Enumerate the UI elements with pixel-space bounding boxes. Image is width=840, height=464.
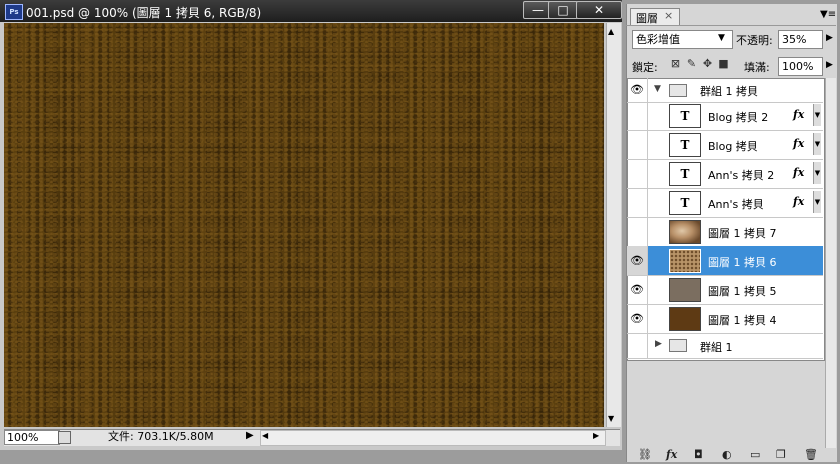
link-icon[interactable]: ⛓ [638, 448, 652, 461]
fx-icon[interactable]: fx [793, 195, 804, 208]
layers-scrollbar[interactable] [825, 78, 836, 448]
zoom-field[interactable]: 100% [4, 430, 60, 445]
fill-input[interactable]: 100% [778, 57, 823, 76]
layer-name: 群組 1 拷貝 [700, 85, 758, 98]
visibility-toggle[interactable] [627, 217, 648, 246]
visibility-toggle[interactable] [627, 130, 648, 159]
visibility-eye-icon[interactable]: 👁 [627, 304, 648, 333]
adjustment-layer-icon[interactable]: ◐ [722, 448, 732, 461]
opacity-input[interactable]: 35% [778, 30, 823, 49]
chevron-down-icon[interactable]: ▼ [718, 33, 725, 43]
layer-name: 群組 1 [700, 341, 733, 354]
layer-row[interactable]: 👁 圖層 1 拷貝 5 [627, 275, 823, 305]
visibility-eye-icon[interactable]: 👁 [627, 78, 648, 102]
fx-expand-icon[interactable]: ▼ [813, 104, 821, 126]
layer-name: Ann's 拷貝 2 [708, 169, 775, 182]
new-layer-icon[interactable]: ❐ [776, 448, 786, 461]
close-button[interactable]: ✕ [576, 1, 622, 19]
scroll-left-arrow-icon[interactable]: ◀ [262, 431, 268, 440]
layer-row[interactable]: T Blog 拷貝 2 fx ▼ [627, 102, 823, 131]
lock-paint-brush-icon[interactable]: ✎ [686, 58, 697, 69]
lock-all-icon[interactable]: ■ [718, 58, 729, 69]
layer-row[interactable]: T Ann's 拷貝 fx ▼ [627, 188, 823, 218]
visibility-eye-icon[interactable]: 👁 [627, 246, 648, 275]
layer-name: 圖層 1 拷貝 7 [708, 227, 777, 240]
expand-triangle-icon[interactable]: ▼ [654, 84, 661, 94]
trash-icon[interactable]: 🗑 [804, 448, 818, 461]
folder-icon [669, 339, 687, 352]
layer-row[interactable]: T Ann's 拷貝 2 fx ▼ [627, 159, 823, 189]
fx-icon[interactable]: fx [793, 137, 804, 150]
panel-menu-icon[interactable]: ▼≡ [820, 9, 836, 20]
lock-label: 鎖定: [632, 61, 658, 74]
visibility-toggle[interactable] [627, 159, 648, 188]
scroll-right-arrow-icon[interactable]: ▶ [593, 431, 599, 440]
vertical-scrollbar[interactable] [606, 23, 621, 427]
opacity-slider-arrow-icon[interactable]: ▶ [826, 33, 833, 43]
add-style-icon[interactable]: fx [666, 448, 677, 461]
document-title: 001.psd @ 100% (圖層 1 拷貝 6, RGB/8) [26, 6, 262, 20]
layer-row[interactable]: 👁 圖層 1 拷貝 4 [627, 304, 823, 334]
fill-slider-arrow-icon[interactable]: ▶ [826, 60, 833, 70]
layer-thumbnail [669, 278, 701, 302]
photoshop-icon: Ps [5, 4, 23, 20]
tab-close-icon[interactable]: × [664, 9, 673, 22]
layer-name: 圖層 1 拷貝 6 [708, 256, 777, 269]
layer-thumbnail [669, 220, 701, 244]
layer-row[interactable]: 👁 ▼ 群組 1 拷貝 [627, 78, 823, 103]
status-arrow-icon[interactable]: ▶ [246, 430, 254, 441]
layer-name: Ann's 拷貝 [708, 198, 764, 211]
document-size-info: 文件: 703.1K/5.80M [108, 430, 214, 443]
fx-icon[interactable]: fx [793, 166, 804, 179]
add-mask-icon[interactable]: ◘ [694, 448, 703, 461]
lock-transparent-icon[interactable]: ⊠ [670, 58, 681, 69]
lock-move-icon[interactable]: ✥ [702, 58, 713, 69]
layer-name: 圖層 1 拷貝 5 [708, 285, 777, 298]
collapse-triangle-icon[interactable]: ▶ [655, 339, 662, 349]
text-layer-thumbnail: T [669, 162, 701, 186]
scroll-down-arrow-icon[interactable]: ▼ [608, 414, 614, 423]
layer-row-selected[interactable]: 👁 圖層 1 拷貝 6 [627, 246, 823, 276]
text-layer-thumbnail: T [669, 104, 701, 128]
fx-expand-icon[interactable]: ▼ [813, 191, 821, 213]
layer-row[interactable]: ▶ 群組 1 [627, 333, 823, 359]
fx-icon[interactable]: fx [793, 108, 804, 121]
text-layer-thumbnail: T [669, 191, 701, 215]
visibility-toggle[interactable] [627, 188, 648, 217]
text-layer-thumbnail: T [669, 133, 701, 157]
new-group-icon[interactable]: ▭ [750, 448, 760, 461]
opacity-label: 不透明: [736, 34, 773, 47]
layer-thumbnail [669, 307, 701, 331]
layer-name: 圖層 1 拷貝 4 [708, 314, 777, 327]
tab-layers-label: 圖層 [636, 12, 658, 25]
layer-thumbnail [669, 249, 701, 273]
layer-row[interactable]: 圖層 1 拷貝 7 [627, 217, 823, 247]
fx-expand-icon[interactable]: ▼ [813, 133, 821, 155]
layer-name: Blog 拷貝 [708, 140, 758, 153]
image-canvas[interactable] [4, 23, 604, 427]
fx-expand-icon[interactable]: ▼ [813, 162, 821, 184]
status-menu-icon[interactable] [58, 431, 71, 444]
folder-icon [669, 84, 687, 97]
maximize-button[interactable]: □ [548, 1, 578, 19]
fill-label: 填滿: [744, 61, 770, 74]
scroll-up-arrow-icon[interactable]: ▲ [608, 27, 614, 36]
layer-row[interactable]: T Blog 拷貝 fx ▼ [627, 130, 823, 160]
visibility-eye-icon[interactable]: 👁 [627, 275, 648, 304]
layer-name: Blog 拷貝 2 [708, 111, 769, 124]
panel-divider [626, 25, 836, 26]
horizontal-scrollbar[interactable] [260, 430, 606, 446]
visibility-toggle[interactable] [627, 333, 648, 358]
visibility-toggle[interactable] [627, 102, 648, 130]
